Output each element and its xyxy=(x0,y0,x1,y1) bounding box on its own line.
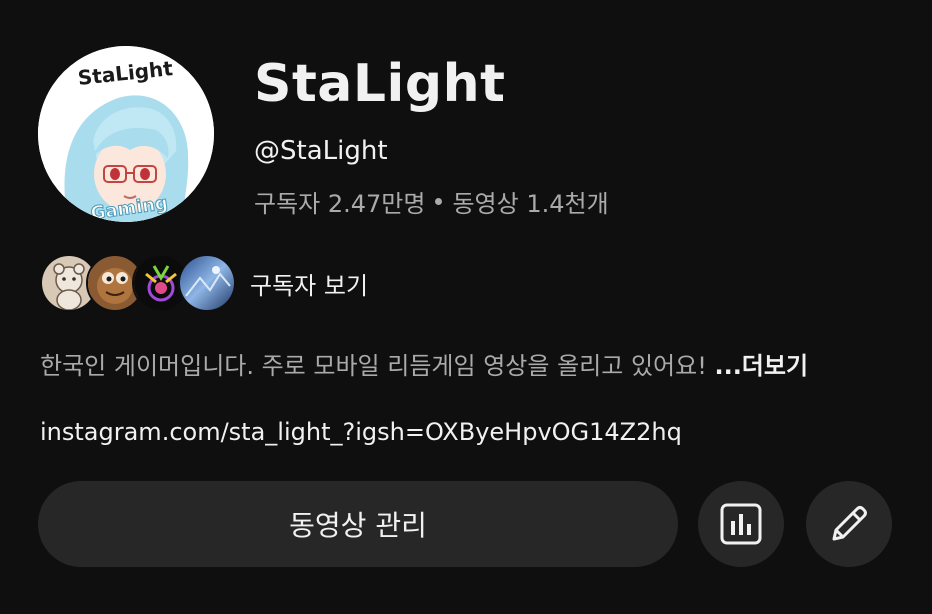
channel-handle: @StaLight xyxy=(254,136,388,166)
manage-videos-button[interactable]: 동영상 관리 xyxy=(38,481,678,567)
edit-button[interactable] xyxy=(806,481,892,567)
separator-dot-icon xyxy=(435,198,443,205)
channel-header: StaLight Gaming StaLight @StaLight 구독자 2… xyxy=(0,0,932,614)
analytics-button[interactable] xyxy=(698,481,784,567)
channel-avatar-image: StaLight Gaming xyxy=(38,46,214,222)
channel-avatar[interactable]: StaLight Gaming xyxy=(38,46,214,222)
external-link[interactable]: instagram.com/sta_light_?igsh=OXByeHpvOG… xyxy=(40,418,682,446)
channel-description[interactable]: 한국인 게이머입니다. 주로 모바일 리듬게임 영상을 올리고 있어요! ...… xyxy=(40,346,808,381)
manage-videos-label: 동영상 관리 xyxy=(289,509,427,542)
sub-avatar-blue xyxy=(178,254,236,312)
channel-stats: 구독자 2.47만명 동영상 1.4천개 xyxy=(254,184,609,219)
video-count: 동영상 1.4천개 xyxy=(452,190,609,218)
description-text: 한국인 게이머입니다. 주로 모바일 리듬게임 영상을 올리고 있어요! xyxy=(40,352,715,380)
subscriber-count: 구독자 2.47만명 xyxy=(254,190,426,218)
more-link[interactable]: ...더보기 xyxy=(714,352,808,380)
subscriber-avatars[interactable] xyxy=(40,254,236,312)
pencil-icon xyxy=(832,506,867,541)
view-subscribers-link[interactable]: 구독자 보기 xyxy=(250,266,368,301)
bar-chart-icon xyxy=(720,503,762,545)
channel-name: StaLight xyxy=(254,54,506,114)
